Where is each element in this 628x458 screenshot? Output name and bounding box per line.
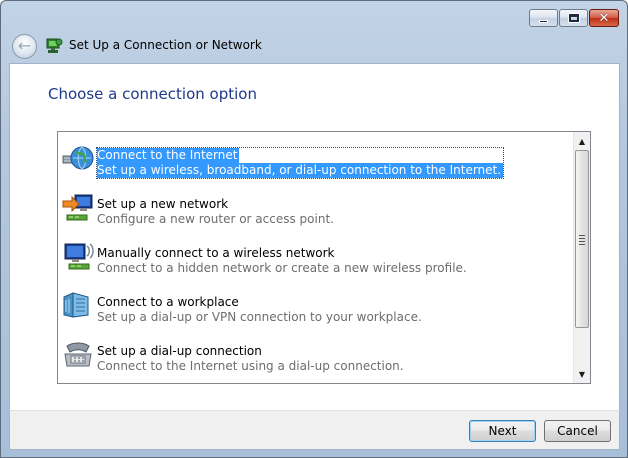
- option-text: Manually connect to a wireless network C…: [97, 246, 467, 276]
- option-title: Connect to a workplace: [97, 295, 239, 309]
- option-title: Set up a dial-up connection: [97, 344, 262, 358]
- option-title: Set up a new network: [97, 197, 229, 211]
- option-description: Set up a dial-up or VPN connection to yo…: [97, 310, 422, 324]
- option-title: Connect to the Internet: [97, 148, 240, 163]
- grip-icon: [579, 235, 585, 247]
- arrow-down-icon: ▼: [578, 369, 586, 379]
- wireless-network-icon: [64, 243, 94, 270]
- option-description: Connect to a hidden network or create a …: [97, 261, 467, 275]
- connection-options-list[interactable]: Connect to the Internet Set up a wireles…: [57, 131, 591, 384]
- caption-buttons: ✕: [529, 9, 619, 27]
- option-text: Set up a new network Configure a new rou…: [97, 197, 334, 227]
- option-dial-up[interactable]: Set up a dial-up connection Connect to t…: [61, 334, 571, 374]
- vertical-scrollbar[interactable]: ▲ ▼: [573, 132, 590, 383]
- back-arrow-icon: ←: [17, 35, 32, 55]
- option-description: Connect to the Internet using a dial-up …: [97, 359, 404, 373]
- arrow-up-icon: ▲: [578, 136, 586, 146]
- window-title: Set Up a Connection or Network: [69, 38, 262, 52]
- scroll-down-button[interactable]: ▼: [574, 366, 590, 382]
- next-button[interactable]: Next: [469, 420, 536, 442]
- new-network-icon: [62, 194, 93, 221]
- option-text: Connect to the Internet Set up a wireles…: [95, 147, 505, 179]
- phone-icon: [64, 342, 92, 367]
- scroll-up-button[interactable]: ▲: [574, 133, 590, 149]
- minimize-icon: [539, 19, 548, 23]
- option-manual-wireless[interactable]: Manually connect to a wireless network C…: [61, 236, 571, 276]
- option-new-network[interactable]: Set up a new network Configure a new rou…: [61, 187, 571, 227]
- page-heading: Choose a connection option: [48, 85, 257, 103]
- scroll-thumb[interactable]: [575, 150, 589, 328]
- option-title: Manually connect to a wireless network: [97, 246, 335, 260]
- option-description: Configure a new router or access point.: [97, 212, 334, 226]
- close-button[interactable]: ✕: [589, 9, 619, 27]
- globe-network-icon: [62, 146, 94, 170]
- workplace-icon: [63, 292, 89, 318]
- dialog-window: ✕ ← Set Up a Connection or Network Choos…: [0, 0, 628, 458]
- option-connect-internet[interactable]: Connect to the Internet Set up a wireles…: [61, 138, 571, 179]
- maximize-button[interactable]: [559, 9, 588, 27]
- content-area: Choose a connection option Connect to th…: [9, 63, 620, 410]
- option-text: Connect to a workplace Set up a dial-up …: [97, 295, 422, 325]
- back-button[interactable]: ←: [12, 34, 37, 59]
- cancel-button[interactable]: Cancel: [544, 420, 611, 442]
- option-text: Set up a dial-up connection Connect to t…: [97, 344, 404, 374]
- minimize-button[interactable]: [529, 9, 558, 27]
- network-setup-icon: [46, 38, 63, 53]
- maximize-icon: [568, 14, 579, 22]
- option-workplace[interactable]: Connect to a workplace Set up a dial-up …: [61, 285, 571, 325]
- button-bar: Next Cancel: [9, 410, 620, 450]
- title-bar: ✕ ← Set Up a Connection or Network: [1, 1, 627, 63]
- option-description: Set up a wireless, broadband, or dial-up…: [97, 163, 504, 178]
- close-icon: ✕: [598, 10, 610, 26]
